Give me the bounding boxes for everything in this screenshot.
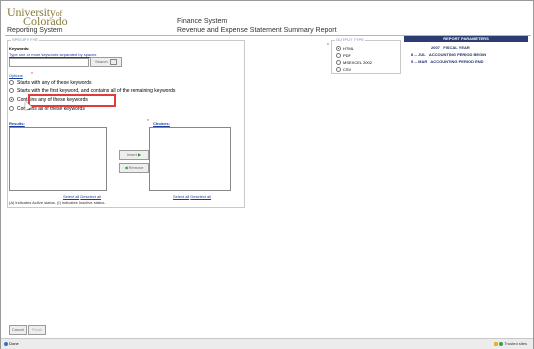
option-radio-4[interactable]	[9, 106, 14, 111]
arrow-left-icon: ◀	[124, 165, 128, 170]
options-label[interactable]: Options	[9, 73, 23, 78]
param-label: ACCOUNTING PERIOD BEGIN	[428, 52, 487, 57]
choices-required-icon: *	[147, 119, 149, 125]
output-radio-pdf[interactable]	[336, 53, 341, 58]
param-value: 8 -- JUL	[411, 52, 426, 57]
cancel-button[interactable]: Cancel	[9, 325, 27, 335]
search-button[interactable]: Search	[90, 57, 122, 67]
choices-select-links: Select all Deselect all	[173, 194, 211, 199]
output-required-icon: *	[327, 43, 329, 49]
trusted-sites-zone: Trusted sites	[494, 341, 527, 346]
output-type-fieldset	[331, 40, 401, 74]
status-done: Done	[4, 341, 19, 346]
results-label: Results:	[9, 121, 25, 126]
results-deselect-all-link[interactable]: Deselect all	[80, 194, 101, 199]
status-done-label: Done	[9, 341, 19, 346]
option-radio-1[interactable]	[9, 80, 14, 85]
results-listbox[interactable]	[9, 127, 107, 191]
keywords-hint: Type one or more keywords separated by s…	[9, 52, 97, 57]
insert-button-label: Insert	[126, 152, 137, 157]
option-label-1: Starts with any of these keywords	[17, 80, 92, 86]
remove-button[interactable]: ◀ Remove	[119, 163, 149, 173]
output-label-pdf: PDF	[343, 53, 351, 58]
param-label: ACCOUNTING PERIOD END	[430, 59, 484, 64]
status-legend-note: (A) indicates Active status. (I) indicat…	[9, 200, 106, 205]
globe-icon	[4, 341, 8, 346]
output-radio-html[interactable]	[336, 46, 341, 51]
trusted-sites-label: Trusted sites	[504, 341, 527, 346]
reporting-system-title: Reporting System	[7, 27, 63, 34]
param-label: FISCAL YEAR	[443, 45, 470, 50]
report-parameters-header: REPORT PARAMETERS	[404, 36, 528, 42]
search-button-label: Search	[95, 59, 108, 64]
choices-deselect-all-link[interactable]: Deselect all	[190, 194, 211, 199]
required-marker-icon: *	[31, 72, 33, 78]
lock-icon	[494, 341, 499, 346]
choices-listbox[interactable]	[149, 127, 231, 191]
param-row-period-end: 9 -- MAR ACCOUNTING PERIOD END	[411, 59, 484, 64]
highlight-box	[28, 94, 116, 107]
keywords-input[interactable]	[9, 58, 89, 67]
finish-button[interactable]: Finish	[28, 325, 46, 335]
option-radio-2[interactable]	[9, 88, 14, 93]
option-radio-3[interactable]	[9, 97, 14, 102]
param-row-period-begin: 8 -- JUL ACCOUNTING PERIOD BEGIN	[411, 52, 486, 57]
choices-select-all-link[interactable]: Select all	[173, 194, 189, 199]
choices-label: Choices:	[153, 121, 170, 126]
results-select-all-link[interactable]: Select all	[63, 194, 79, 199]
browser-status-bar: Done Trusted sites	[1, 338, 533, 349]
param-row-fiscal-year: 2007 FISCAL YEAR	[431, 45, 470, 50]
remove-button-label: Remove	[128, 165, 144, 170]
check-icon	[499, 341, 504, 346]
browser-window: Universityof Colorado Reporting System F…	[0, 0, 534, 349]
finance-system-title: Finance System	[177, 18, 228, 25]
results-select-links: Select all Deselect all	[63, 194, 101, 199]
output-radio-excel[interactable]	[336, 60, 341, 65]
output-label-csv: CSV	[343, 67, 352, 72]
output-type-legend: OUTPUT TYPE	[335, 37, 365, 42]
param-value: 2007	[431, 45, 440, 50]
specify-legend: SPECIFY FYE	[11, 37, 39, 42]
output-label-excel: MSEXCEL 2002	[343, 60, 372, 65]
search-icon	[109, 58, 117, 65]
param-value: 9 -- MAR	[411, 59, 428, 64]
output-label-html: HTML	[343, 46, 354, 51]
keywords-label: Keywords:	[9, 46, 30, 51]
report-title: Revenue and Expense Statement Summary Re…	[177, 27, 337, 34]
output-radio-csv[interactable]	[336, 67, 341, 72]
arrow-right-icon: ▶	[138, 152, 142, 157]
insert-button[interactable]: Insert ▶	[119, 150, 149, 160]
